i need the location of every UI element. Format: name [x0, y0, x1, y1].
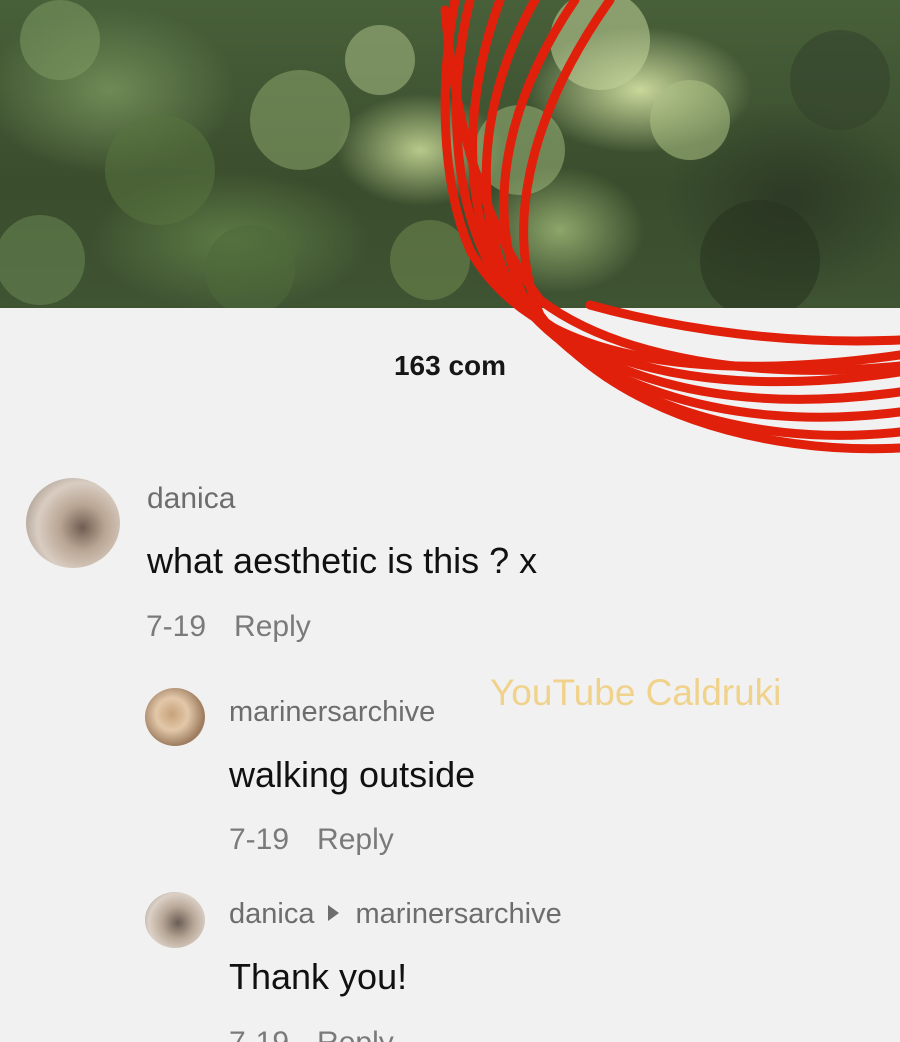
- avatar[interactable]: [145, 688, 205, 746]
- reply-button[interactable]: Reply: [234, 610, 311, 643]
- reply-meta: 7-19 Reply: [229, 823, 394, 857]
- reply-text: walking outside: [229, 754, 476, 795]
- reply-username-line: danica marinersarchive: [229, 898, 562, 931]
- reply-username[interactable]: marinersarchive: [229, 696, 435, 729]
- reply-text: Thank you!: [229, 956, 408, 997]
- reply-to-username[interactable]: marinersarchive: [355, 898, 561, 930]
- comment-text: what aesthetic is this ? x: [147, 540, 538, 581]
- avatar[interactable]: [145, 892, 205, 948]
- reply-date: 7-19: [229, 823, 290, 856]
- comment-date: 7-19: [146, 610, 207, 643]
- avatar[interactable]: [26, 478, 120, 568]
- watermark: YouTube Caldruki: [490, 672, 782, 713]
- reply-username[interactable]: danica: [229, 898, 314, 930]
- reply-button[interactable]: Reply: [317, 1026, 394, 1042]
- comment-username[interactable]: danica: [147, 482, 235, 516]
- video-preview[interactable]: [0, 0, 900, 310]
- reply-button[interactable]: Reply: [317, 823, 394, 856]
- caret-right-icon: [328, 905, 340, 922]
- reply-date: 7-19: [229, 1026, 289, 1042]
- foliage-image: [0, 0, 890, 310]
- comment-count-title: 163 com: [393, 350, 507, 381]
- reply-meta: 7-19 Reply: [229, 1026, 394, 1042]
- comment-meta: 7-19 Reply: [146, 610, 311, 644]
